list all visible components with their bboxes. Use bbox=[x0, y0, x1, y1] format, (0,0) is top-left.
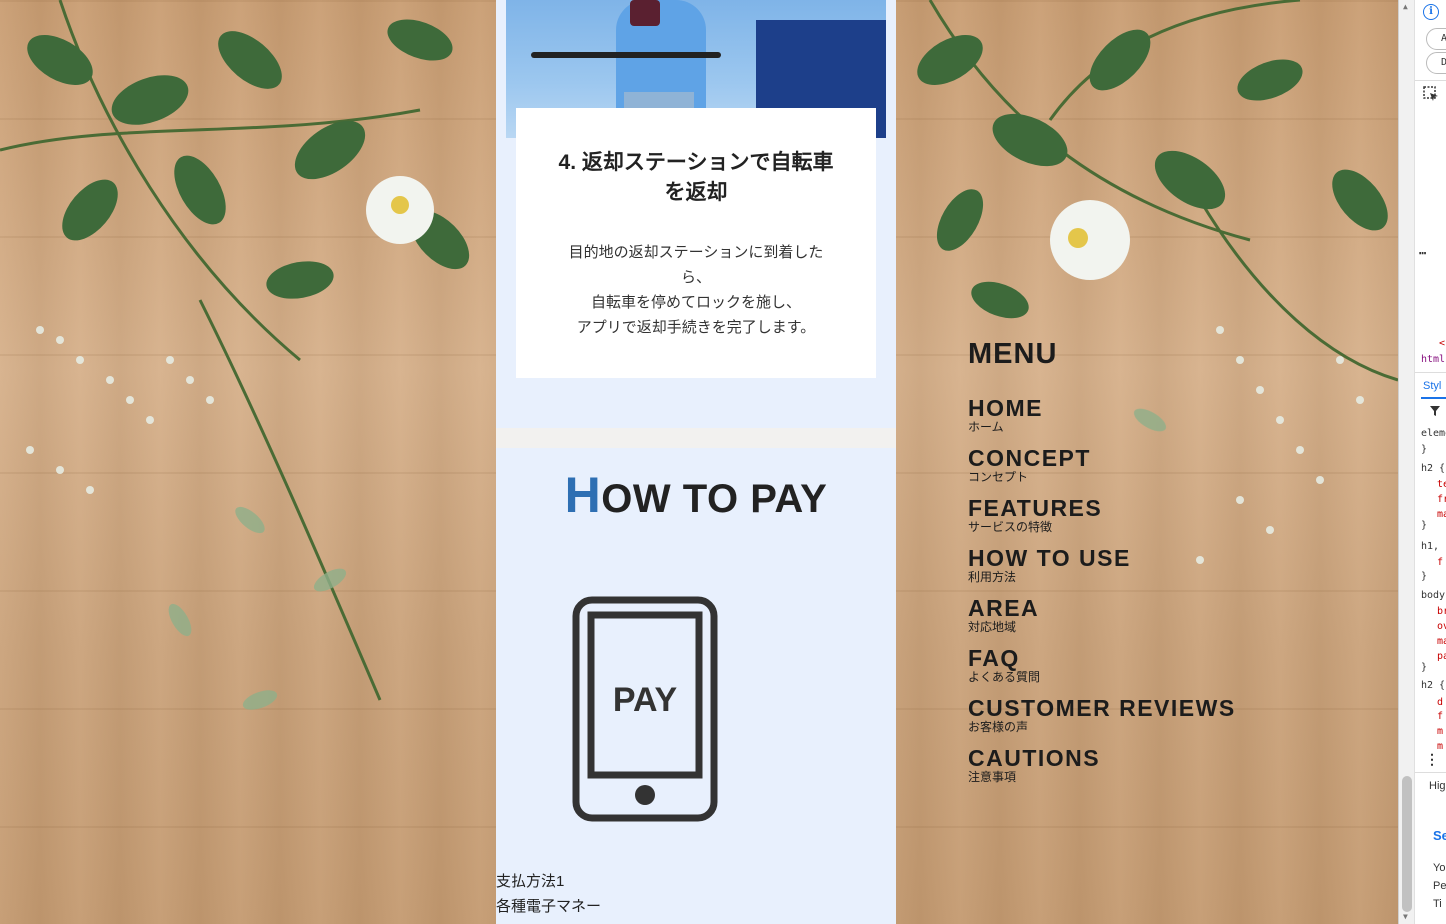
css-rule-line: br bbox=[1437, 606, 1446, 617]
devtools-separator-3 bbox=[1415, 772, 1446, 773]
step-4-line-2: 自転車を停めてロックを施し、 bbox=[590, 294, 801, 311]
menu-item-area[interactable]: AREA 対応地域 bbox=[968, 595, 1236, 635]
menu-item-cautions-jp: 注意事項 bbox=[968, 770, 1017, 784]
css-rule-line: h2 { bbox=[1421, 680, 1446, 691]
devtools-highlight-tab[interactable]: Hig bbox=[1429, 780, 1446, 792]
css-rule-line: } bbox=[1421, 444, 1428, 455]
payment-method-value: 各種電子マネー bbox=[496, 898, 602, 915]
smartphone-pay-icon: PAY bbox=[572, 596, 718, 822]
css-rule-line: h1, h bbox=[1421, 541, 1446, 552]
payment-method-label: 支払方法1 bbox=[496, 873, 565, 890]
css-rule-line: } bbox=[1421, 571, 1428, 582]
devtools-text-3: Ti bbox=[1433, 898, 1442, 910]
menu-item-concept[interactable]: CONCEPT コンセプト bbox=[968, 445, 1236, 485]
css-rule-line: } bbox=[1421, 520, 1428, 531]
menu-item-features-en: FEATURES bbox=[968, 495, 1103, 521]
menu-item-features-jp: サービスの特徴 bbox=[968, 520, 1053, 534]
menu-item-home-jp: ホーム bbox=[968, 420, 1004, 434]
css-rule-line: f bbox=[1437, 711, 1444, 722]
menu-item-how-to-use-jp: 利用方法 bbox=[968, 570, 1017, 584]
scroll-up-arrow-icon[interactable]: ▲ bbox=[1403, 2, 1408, 11]
scroll-down-arrow-icon[interactable]: ▼ bbox=[1403, 912, 1408, 921]
menu-item-faq-jp: よくある質問 bbox=[968, 670, 1041, 684]
css-rule-line: ov bbox=[1437, 621, 1446, 632]
step-4-title: 4. 返却ステーションで自転車を返却 bbox=[558, 151, 834, 204]
heading-first-letter: H bbox=[564, 467, 602, 523]
photo-phone bbox=[630, 0, 660, 26]
photo-handlebar bbox=[531, 52, 721, 58]
menu-item-faq[interactable]: FAQ よくある質問 bbox=[968, 645, 1236, 685]
heading-rest: OW TO PAY bbox=[601, 477, 828, 521]
css-rule-line: m bbox=[1437, 726, 1444, 737]
css-rule-line: pa bbox=[1437, 651, 1446, 662]
css-rule-line: f bbox=[1437, 557, 1444, 568]
menu-item-home[interactable]: HOME ホーム bbox=[968, 395, 1236, 435]
devtools-text-1: Yo bbox=[1433, 862, 1446, 874]
more-options-icon[interactable]: ⋯ bbox=[1419, 246, 1426, 260]
step-4-line-1: 目的地の返却ステーションに到着したら、 bbox=[568, 244, 824, 286]
menu-item-how-to-use-en: HOW TO USE bbox=[968, 545, 1131, 571]
menu-item-concept-jp: コンセプト bbox=[968, 470, 1029, 484]
devtools-tag-fragment: < bbox=[1439, 338, 1446, 349]
info-icon[interactable]: i bbox=[1423, 4, 1439, 20]
css-rule-line: body bbox=[1421, 590, 1446, 601]
vertical-more-icon[interactable]: ⋮ bbox=[1425, 752, 1439, 768]
menu-item-customer-reviews-jp: お客様の声 bbox=[968, 720, 1029, 734]
menu-item-customer-reviews-en: CUSTOMER REVIEWS bbox=[968, 695, 1236, 721]
css-rule-line: ma bbox=[1437, 636, 1446, 647]
menu-item-cautions[interactable]: CAUTIONS 注意事項 bbox=[968, 745, 1236, 785]
page-scrollbar[interactable]: ▲ ▼ bbox=[1399, 0, 1415, 924]
menu-item-concept-en: CONCEPT bbox=[968, 445, 1091, 471]
css-rule-line: } bbox=[1421, 662, 1428, 673]
side-menu: MENU HOME ホーム CONCEPT コンセプト FEATURES サービ… bbox=[968, 338, 1236, 795]
devtools-styles-tab[interactable]: Styl bbox=[1423, 380, 1441, 392]
css-rule-line: d bbox=[1437, 697, 1444, 708]
how-to-pay-heading: HOW TO PAY bbox=[496, 466, 896, 524]
step-4-line-3: アプリで返却手続きを完了します。 bbox=[576, 319, 816, 336]
menu-item-cautions-en: CAUTIONS bbox=[968, 745, 1101, 771]
menu-item-home-en: HOME bbox=[968, 395, 1043, 421]
menu-item-area-en: AREA bbox=[968, 595, 1040, 621]
step-4-card: 4. 返却ステーションで自転車を返却 目的地の返却ステーションに到着したら、 自… bbox=[516, 108, 876, 378]
devtools-separator bbox=[1415, 80, 1446, 81]
menu-item-area-jp: 対応地域 bbox=[968, 620, 1017, 634]
section-divider bbox=[496, 428, 896, 448]
css-rule-line: m bbox=[1437, 741, 1444, 752]
menu-item-faq-en: FAQ bbox=[968, 645, 1020, 671]
css-rule-line: fr bbox=[1437, 494, 1446, 505]
devtools-section-heading: Se bbox=[1433, 828, 1446, 843]
devtools-pill-d[interactable]: D bbox=[1426, 52, 1446, 74]
css-rule-line: te bbox=[1437, 479, 1446, 490]
styles-tab-underline bbox=[1421, 397, 1446, 399]
menu-item-customer-reviews[interactable]: CUSTOMER REVIEWS お客様の声 bbox=[968, 695, 1236, 735]
element-picker-icon[interactable] bbox=[1423, 86, 1439, 102]
step-4-description: 目的地の返却ステーションに到着したら、 自転車を停めてロックを施し、 アプリで返… bbox=[562, 240, 830, 340]
css-rule-line: eleme bbox=[1421, 428, 1446, 439]
menu-item-features[interactable]: FEATURES サービスの特徴 bbox=[968, 495, 1236, 535]
scrollbar-thumb[interactable] bbox=[1402, 776, 1412, 912]
main-content-column: 4. 返却ステーションで自転車を返却 目的地の返却ステーションに到着したら、 自… bbox=[496, 0, 896, 924]
menu-item-how-to-use[interactable]: HOW TO USE 利用方法 bbox=[968, 545, 1236, 585]
css-rule-line: h2 { bbox=[1421, 463, 1446, 474]
devtools-pill-a[interactable]: A bbox=[1426, 28, 1446, 50]
menu-title: MENU bbox=[968, 338, 1058, 370]
css-rule-line: ma bbox=[1437, 509, 1446, 520]
pay-icon-label: PAY bbox=[613, 681, 678, 719]
devtools-separator-2 bbox=[1415, 372, 1446, 373]
devtools-html-tab[interactable]: html bbox=[1421, 354, 1445, 365]
devtools-panel: ▲ ▼ i A D ⋯ < html Styl eleme} h2 { te fr ma… bbox=[1398, 0, 1446, 924]
filter-icon[interactable] bbox=[1429, 405, 1441, 417]
devtools-text-2: Pe bbox=[1433, 880, 1446, 892]
